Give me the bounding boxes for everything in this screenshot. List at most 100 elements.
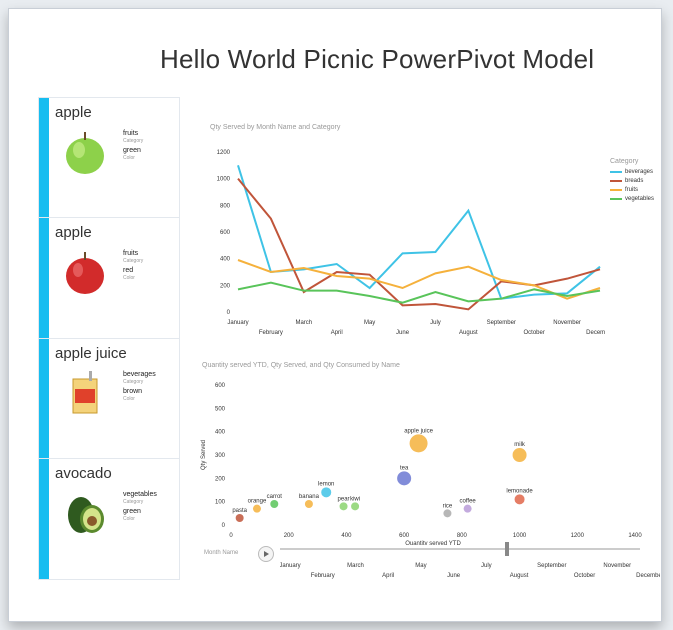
tile-card-apple-red[interactable]: apple fruits Category red Color [38,217,180,339]
x-tick-label: February [259,330,283,336]
series-line-beverages[interactable] [237,165,601,300]
legend-swatch [610,189,622,191]
y-tick-label: 100 [215,500,226,506]
play-axis-label: Month Name [204,550,239,556]
card-color: red [123,267,134,274]
bubble-point[interactable] [252,504,261,513]
x-tick-label: 600 [399,533,410,539]
bubble-label: banana [299,494,320,500]
legend-title: Category [610,158,639,165]
bubble-point[interactable] [304,500,313,508]
bubble-label: orange [248,499,267,505]
play-axis-month-label: November [603,563,631,569]
card-category: beverages [123,371,156,378]
card-details: fruits Category red Color [123,250,143,284]
bubble-point[interactable] [397,471,412,486]
card-category-label: Category [123,379,144,385]
bubble-point[interactable] [321,487,332,498]
bubble-point[interactable] [514,494,525,505]
x-tick-label: May [364,320,375,326]
play-axis-thumb[interactable] [505,542,509,556]
card-color-label: Color [123,155,135,161]
y-tick-label: 0 [222,523,226,529]
legend-item-vegetables[interactable]: vegetables [610,196,654,202]
x-tick-label: 200 [284,533,295,539]
x-tick-label: 1400 [628,533,642,539]
tile-card-apple-green[interactable]: apple fruits Category green Color [38,97,180,219]
line-chart-title: Qty Served by Month Name and Category [210,124,341,131]
play-axis-month-label: December [636,573,660,579]
bubble-label: milk [514,442,526,448]
bubble-label: lemon [318,481,334,487]
play-axis-track[interactable] [280,548,640,550]
bubble-point[interactable] [270,500,279,508]
play-axis-months: January February March April May June July Augu… [280,563,660,579]
legend-item-fruits[interactable]: fruits [610,187,654,193]
y-tick-label: 200 [215,476,226,482]
card-accent-bar [39,218,49,338]
y-tick-label: 800 [220,203,231,209]
card-color-label: Color [123,396,135,402]
page-title: Hello World Picnic PowerPivot Model [160,44,595,74]
bubble-point[interactable] [339,502,348,511]
y-tick-label: 400 [215,430,226,436]
bubble-label: kiwi [350,496,360,502]
green-apple-icon [66,132,104,174]
y-tick-label: 1200 [217,150,231,156]
card-name: apple [55,224,92,241]
legend-label: fruits [625,187,639,193]
legend-label: beverages [625,169,654,175]
line-chart-legend: Category beverages breads fruits vegetab… [610,158,654,205]
scatter-chart-title: Quantity served YTD, Qty Served, and Qty… [202,362,400,369]
y-tick-label: 1000 [217,177,231,183]
card-accent-bar [39,339,49,459]
bubble-point[interactable] [463,504,472,513]
bubble-label: coffee [460,499,477,505]
x-tick-label: 0 [229,533,233,539]
card-details: beverages Category brown Color [123,371,156,405]
play-axis-month-label: August [510,573,529,579]
play-axis-month-label: April [382,573,394,579]
juice-box-icon [72,371,98,414]
play-axis-month-label: January [280,563,301,569]
x-tick-label: April [331,330,343,336]
card-color-label: Color [123,275,135,281]
bubble-label: carrot [267,494,283,500]
legend-swatch [610,180,622,182]
play-button[interactable] [258,546,274,562]
play-axis-month-label: June [447,573,461,579]
bubble-point[interactable] [351,502,360,511]
bubble-point[interactable] [512,448,527,462]
play-axis-month-label: October [574,573,595,579]
legend-label: breads [625,178,644,184]
bubble-point[interactable] [443,509,452,518]
x-tick-label: November [553,320,581,326]
line-chart[interactable]: 0 200 400 600 800 1000 1200 January February Marc… [200,140,605,345]
avocado-icon [68,497,104,533]
x-tick-label: March [295,320,312,326]
tile-card-avocado[interactable]: avocado vegetables Category green Color [38,458,180,580]
y-tick-label: 200 [220,283,231,289]
bubble-label: apple juice [404,428,433,434]
card-category: vegetables [123,491,157,498]
card-color: green [123,508,141,515]
card-name: apple [55,104,92,121]
card-accent-bar [39,459,49,579]
card-category: fruits [123,250,139,257]
x-tick-label: 1200 [571,533,585,539]
bubble-chart[interactable]: 0 100 200 300 400 500 600 0 200 400 600 800 1000 1200… [195,375,655,545]
x-tick-label: September [487,320,516,326]
tile-card-apple-juice[interactable]: apple juice beverages Category brown Col… [38,338,180,460]
bubble-point[interactable] [235,514,244,522]
bubble-label: pear [338,496,350,502]
card-category: fruits [123,130,139,137]
card-details: vegetables Category green Color [123,491,157,525]
x-tick-label: 1000 [513,533,527,539]
legend-item-breads[interactable]: breads [610,178,654,184]
legend-item-beverages[interactable]: beverages [610,169,654,175]
y-tick-label: 600 [220,230,231,236]
bubble-point[interactable] [409,434,428,453]
legend-swatch [610,171,622,173]
bubble-label: rice [443,503,453,509]
series-line-vegetables[interactable] [237,281,601,304]
